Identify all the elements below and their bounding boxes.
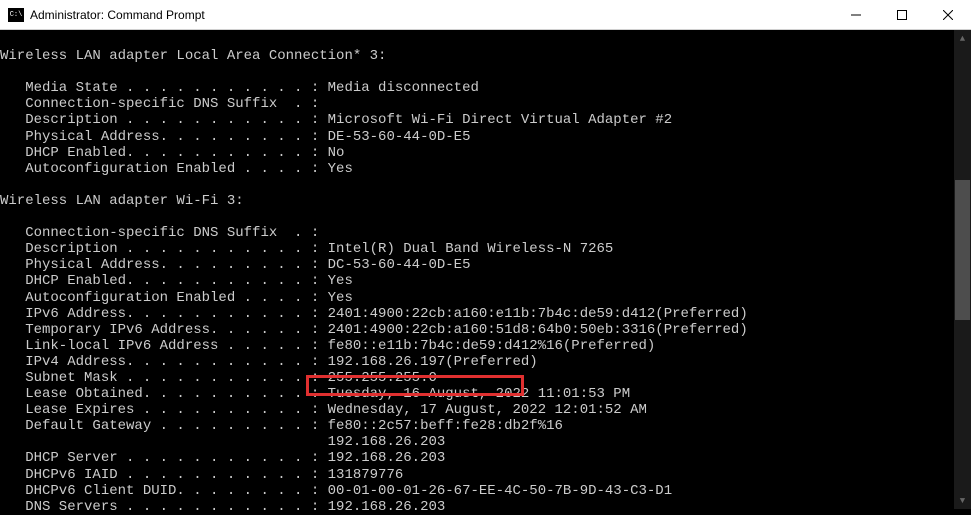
- scrollbar-thumb[interactable]: [955, 180, 970, 320]
- scrollbar[interactable]: ▲ ▼: [954, 30, 971, 509]
- scroll-up-icon[interactable]: ▲: [954, 30, 971, 47]
- minimize-button[interactable]: [833, 0, 879, 29]
- scroll-down-icon[interactable]: ▼: [954, 492, 971, 509]
- terminal-output[interactable]: Wireless LAN adapter Local Area Connecti…: [0, 30, 971, 515]
- window-title: Administrator: Command Prompt: [30, 8, 833, 22]
- maximize-button[interactable]: [879, 0, 925, 29]
- window-controls: [833, 0, 971, 29]
- titlebar[interactable]: Administrator: Command Prompt: [0, 0, 971, 30]
- close-button[interactable]: [925, 0, 971, 29]
- cmd-icon: [8, 8, 24, 22]
